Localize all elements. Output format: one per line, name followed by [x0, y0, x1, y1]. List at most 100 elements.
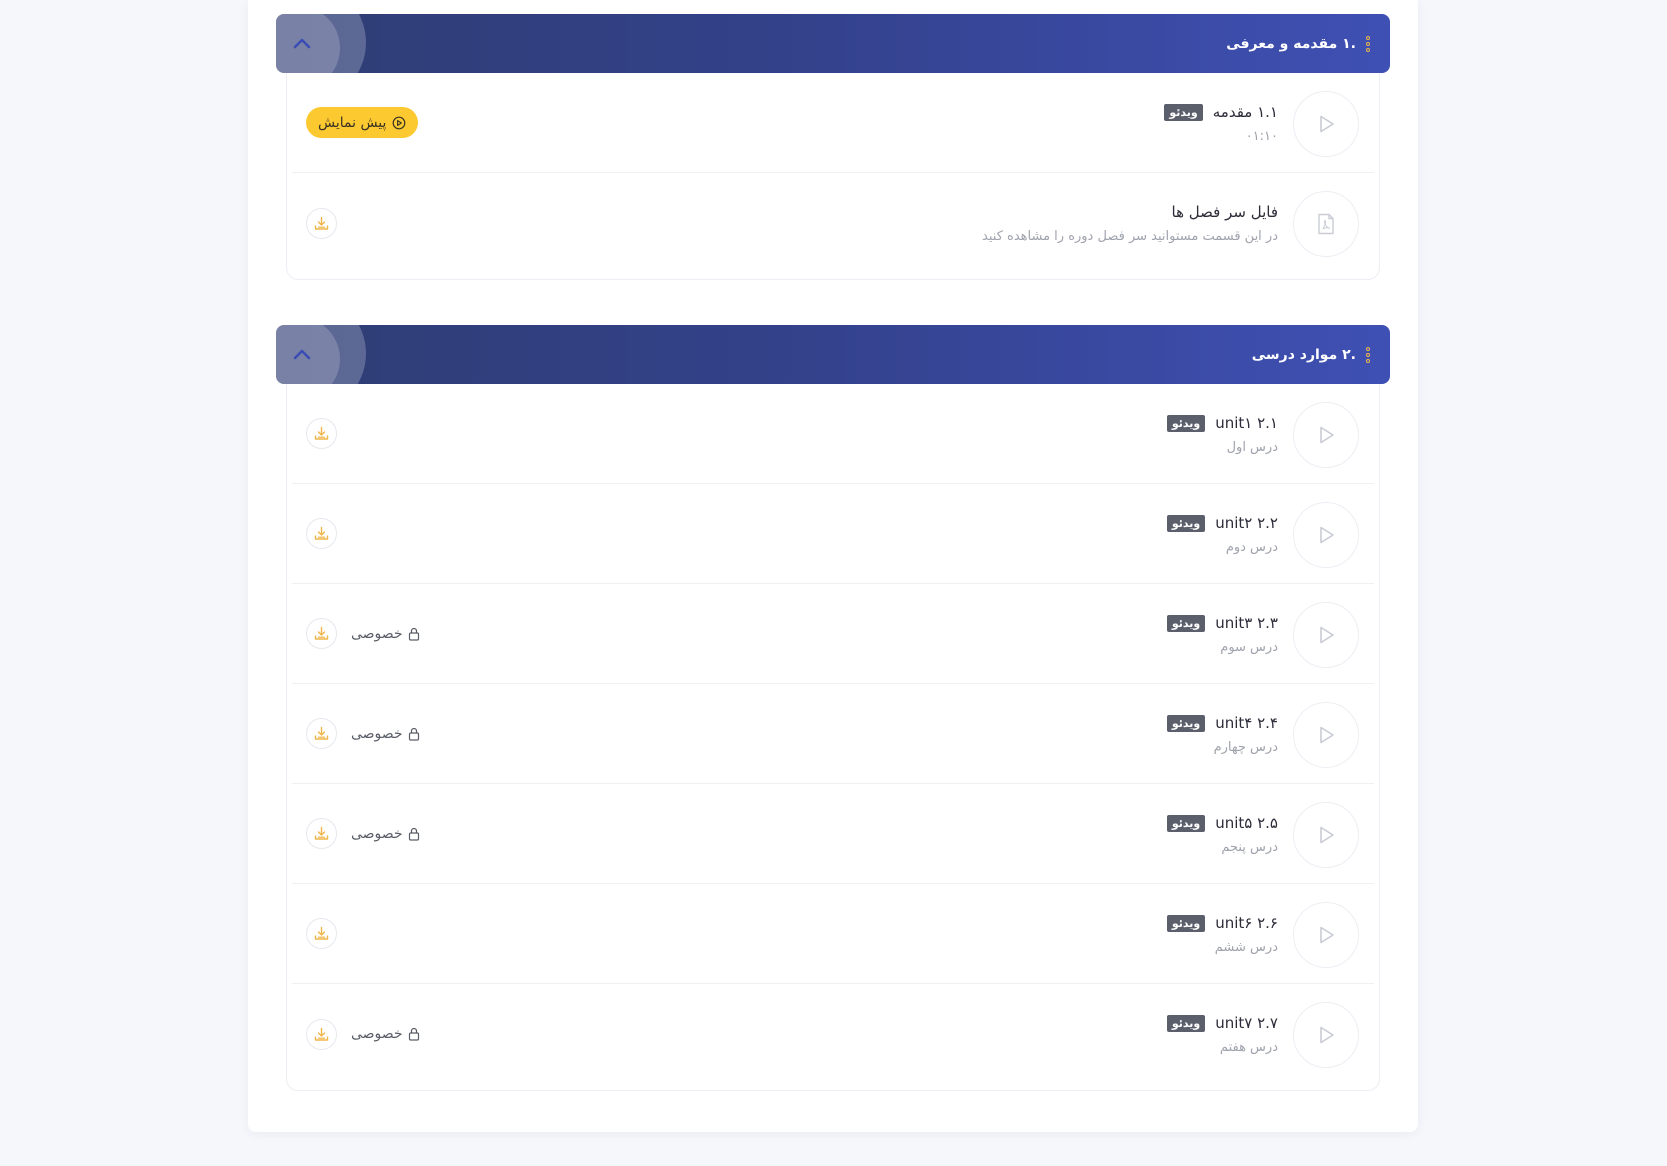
video-badge: ویدئو: [1166, 714, 1206, 732]
download-button[interactable]: [306, 818, 337, 849]
collapse-button[interactable]: [289, 30, 315, 56]
play-icon: [1320, 1026, 1334, 1044]
lesson-icon[interactable]: [1293, 902, 1359, 968]
download-button[interactable]: [306, 418, 337, 449]
lesson-text: ۲.۷ unit۷ ویدئو درس هفتم: [1166, 1014, 1278, 1055]
download-button[interactable]: [306, 207, 337, 239]
lesson-row[interactable]: ۲.۶ unit۶ ویدئو درس ششم: [292, 884, 1374, 984]
download-button[interactable]: [306, 918, 337, 949]
pdf-icon: [1318, 213, 1334, 235]
curriculum-card: .۱ مقدمه و معرفی ۱.۱ مقدمه ویدئو ۰۱:۱۰ پ…: [248, 0, 1418, 1132]
lesson-actions: [306, 173, 337, 273]
lesson-description: در این قسمت مستوانید سر فصل دوره را مشاه…: [982, 229, 1278, 244]
lesson-title[interactable]: ۱.۱ مقدمه: [1213, 103, 1278, 121]
preview-button[interactable]: پیش نمایش: [306, 107, 419, 138]
lesson-title[interactable]: ۲.۶ unit۶: [1215, 914, 1278, 932]
video-badge: ویدئو: [1164, 103, 1203, 121]
play-icon: [1320, 115, 1334, 133]
video-badge: ویدئو: [1166, 614, 1206, 632]
lesson-text: ۲.۳ unit۳ ویدئو درس سوم: [1166, 614, 1278, 655]
download-button[interactable]: [306, 718, 337, 749]
play-icon: [1320, 426, 1334, 444]
lesson-text: ۲.۵ unit۵ ویدئو درس پنجم: [1166, 814, 1278, 855]
download-button[interactable]: [306, 1018, 337, 1050]
download-icon: [314, 926, 329, 940]
lesson-title[interactable]: فایل سر فصل ها: [1172, 203, 1278, 221]
private-label: خصوصی: [351, 1026, 403, 1042]
lesson-row[interactable]: فایل سر فصل ها در این قسمت مستوانید سر ف…: [292, 173, 1374, 273]
lesson-actions: خصوصی: [306, 984, 420, 1084]
lesson-icon[interactable]: [1293, 602, 1359, 668]
private-label: خصوصی: [351, 625, 403, 642]
lesson-title[interactable]: ۲.۵ unit۵: [1215, 814, 1278, 832]
private-tag: خصوصی: [351, 1026, 420, 1042]
lesson-title[interactable]: ۲.۳ unit۳: [1215, 614, 1278, 632]
lesson-icon[interactable]: [1293, 802, 1359, 868]
lesson-title[interactable]: ۲.۲ unit۲: [1215, 514, 1278, 532]
lesson-icon[interactable]: [1293, 702, 1359, 768]
play-circle-icon: [393, 116, 406, 129]
download-icon: [314, 826, 329, 840]
lesson-actions: [306, 384, 337, 483]
video-badge: ویدئو: [1166, 1014, 1206, 1032]
preview-label: پیش نمایش: [318, 114, 387, 131]
lesson-actions: پیش نمایش: [306, 73, 419, 172]
lesson-subtitle: درس دوم: [1225, 540, 1278, 555]
download-button[interactable]: [306, 518, 337, 549]
private-label: خصوصی: [351, 825, 403, 842]
download-icon: [314, 216, 329, 230]
lesson-row[interactable]: ۲.۷ unit۷ ویدئو درس هفتم خصوصی: [292, 984, 1374, 1084]
lesson-title[interactable]: ۲.۱ unit۱: [1215, 414, 1278, 432]
download-icon: [314, 626, 329, 640]
section-header[interactable]: .۲ موارد درسی: [276, 325, 1390, 384]
collapse-button[interactable]: [289, 341, 315, 367]
lock-icon: [408, 727, 419, 741]
chevron-up-icon: [293, 349, 311, 360]
lesson-row[interactable]: ۱.۱ مقدمه ویدئو ۰۱:۱۰ پیش نمایش: [292, 73, 1374, 173]
lesson-subtitle: درس اول: [1226, 440, 1278, 455]
section-title: .۲ موارد درسی: [1251, 346, 1356, 363]
lesson-text: ۲.۶ unit۶ ویدئو درس ششم: [1166, 914, 1278, 955]
private-tag: خصوصی: [351, 826, 420, 842]
drag-handle-icon[interactable]: [1366, 346, 1370, 363]
download-button[interactable]: [306, 618, 337, 649]
lesson-icon[interactable]: [1293, 1002, 1359, 1068]
drag-handle-icon[interactable]: [1366, 35, 1370, 52]
section-lessons: .۲ موارد درسی ۲.۱ unit۱ ویدئو درس اول ۲.…: [276, 325, 1390, 1091]
lesson-actions: خصوصی: [306, 684, 420, 783]
lesson-row[interactable]: ۲.۱ unit۱ ویدئو درس اول: [292, 384, 1374, 484]
play-icon: [1320, 926, 1334, 944]
lesson-row[interactable]: ۲.۴ unit۴ ویدئو درس چهارم خصوصی: [292, 684, 1374, 784]
lesson-text: ۲.۲ unit۲ ویدئو درس دوم: [1166, 514, 1278, 555]
lesson-actions: [306, 884, 337, 983]
private-label: خصوصی: [351, 725, 403, 742]
lesson-icon[interactable]: [1293, 402, 1359, 468]
video-badge: ویدئو: [1166, 914, 1206, 932]
play-icon: [1320, 826, 1334, 844]
lesson-subtitle: درس چهارم: [1213, 740, 1278, 755]
lesson-row[interactable]: ۲.۳ unit۳ ویدئو درس سوم خصوصی: [292, 584, 1374, 684]
lesson-text: ۱.۱ مقدمه ویدئو ۰۱:۱۰: [1164, 103, 1278, 144]
lesson-icon[interactable]: [1293, 191, 1359, 257]
lesson-row[interactable]: ۲.۵ unit۵ ویدئو درس پنجم خصوصی: [292, 784, 1374, 884]
section-title: .۱ مقدمه و معرفی: [1226, 35, 1356, 52]
lesson-subtitle: درس هفتم: [1219, 1040, 1278, 1055]
lock-icon: [408, 827, 419, 841]
lesson-row[interactable]: ۲.۲ unit۲ ویدئو درس دوم: [292, 484, 1374, 584]
lock-icon: [408, 1027, 419, 1041]
lesson-duration: ۰۱:۱۰: [1245, 129, 1278, 144]
lesson-subtitle: درس پنجم: [1221, 840, 1278, 855]
download-icon: [314, 1027, 329, 1041]
lesson-icon[interactable]: [1293, 91, 1359, 157]
section-header[interactable]: .۱ مقدمه و معرفی: [276, 14, 1390, 73]
video-badge: ویدئو: [1166, 414, 1206, 432]
lesson-icon[interactable]: [1293, 502, 1359, 568]
download-icon: [314, 726, 329, 740]
lesson-text: فایل سر فصل ها در این قسمت مستوانید سر ف…: [982, 203, 1278, 244]
download-icon: [314, 426, 329, 440]
lesson-title[interactable]: ۲.۴ unit۴: [1215, 714, 1278, 732]
lock-icon: [408, 627, 419, 641]
lesson-title[interactable]: ۲.۷ unit۷: [1215, 1014, 1278, 1032]
section-body: ۲.۱ unit۱ ویدئو درس اول ۲.۲ unit۲ ویدئو …: [286, 384, 1380, 1091]
private-tag: خصوصی: [351, 626, 420, 642]
